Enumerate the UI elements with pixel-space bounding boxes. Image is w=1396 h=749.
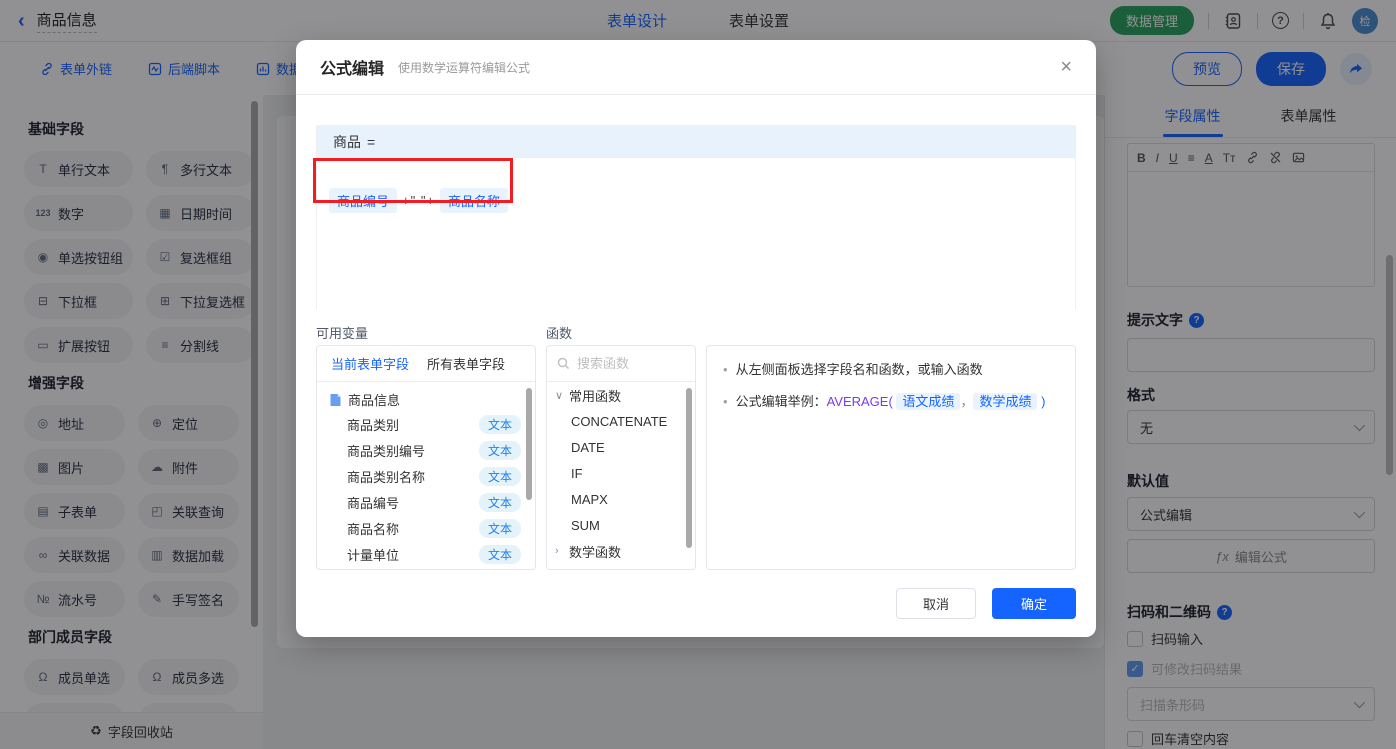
example-field-chip: 语文成绩	[896, 392, 961, 410]
search-icon	[557, 357, 569, 369]
type-badge: 文本	[478, 414, 521, 434]
function-item[interactable]: CONCATENATE	[547, 408, 695, 434]
variable-name: 商品类别名称	[347, 469, 426, 485]
variable-item[interactable]: 计量单位 文本	[317, 541, 535, 567]
function-group-common[interactable]: ∨ 常用函数	[547, 382, 695, 408]
variable-item[interactable]: 商品编号 文本	[317, 489, 535, 515]
type-badge: 文本	[478, 492, 521, 512]
formula-field-chip[interactable]: 商品编号	[329, 188, 398, 213]
example-prefix: 公式编辑举例：	[735, 393, 827, 409]
tip-line-example: • 公式编辑举例：AVERAGE( 语文成绩，数学成绩 )	[723, 392, 1059, 412]
formula-input-area[interactable]: 商品编号 +" "+ 商品名称	[317, 158, 1075, 310]
cancel-button[interactable]: 取消	[896, 588, 976, 619]
bullet-icon: •	[723, 362, 728, 377]
modal-footer: 取消 确定	[896, 588, 1076, 619]
variable-item[interactable]: 商品类别 文本	[317, 411, 535, 437]
variables-label: 可用变量	[316, 326, 369, 341]
formula-editor: 商品 = 商品编号 +" "+ 商品名称	[316, 125, 1076, 310]
function-name: MAPX	[571, 491, 608, 507]
tip-text: 从左侧面板选择字段名和函数，或输入函数	[735, 362, 983, 377]
example-comma: ，	[960, 393, 974, 409]
function-group-math[interactable]: › 数学函数	[547, 538, 695, 564]
formula-target-field: 商品	[333, 134, 361, 150]
variables-tabs: 当前表单字段 所有表单字段	[317, 346, 535, 382]
functions-panel: ∨ 常用函数 CONCATENATE DATE IF MAPX SUM › 数学函数…	[546, 345, 696, 570]
function-name: IF	[571, 465, 583, 481]
variables-tree-root[interactable]: 商品信息	[317, 382, 535, 411]
example-field-chip: 数学成绩	[973, 392, 1038, 410]
document-icon	[330, 393, 341, 406]
group-label: 数学函数	[569, 544, 622, 560]
close-icon[interactable]: ×	[1060, 57, 1072, 77]
variable-name: 计量单位	[347, 547, 400, 563]
function-name: DATE	[571, 439, 605, 455]
tips-panel: • 从左侧面板选择字段名和函数，或输入函数 • 公式编辑举例：AVERAGE( …	[706, 345, 1076, 570]
tip-line: • 从左侧面板选择字段名和函数，或输入函数	[723, 360, 1059, 380]
formula-operator[interactable]: +" "+	[402, 193, 435, 208]
function-item[interactable]: SUM	[547, 512, 695, 538]
formula-edit-modal: 公式编辑 使用数学运算符编辑公式 × 商品 = 商品编号 +" "+ 商品名称 …	[296, 40, 1096, 637]
group-label: 常用函数	[569, 388, 622, 404]
confirm-button[interactable]: 确定	[992, 588, 1076, 619]
type-badge: 文本	[478, 440, 521, 460]
formula-equals: =	[367, 134, 376, 150]
variables-scrollbar[interactable]	[526, 388, 532, 500]
chevron-expanded-icon: ∨	[555, 389, 564, 402]
function-name: SUM	[571, 517, 600, 533]
tab-all-form-fields[interactable]: 所有表单字段	[427, 354, 505, 373]
variable-item[interactable]: 商品类别编号 文本	[317, 437, 535, 463]
chevron-collapsed-icon: ›	[555, 545, 559, 557]
modal-title: 公式编辑	[320, 61, 385, 78]
formula-field-chip[interactable]: 商品名称	[440, 188, 509, 213]
formula-expression: 商品编号 +" "+ 商品名称	[329, 188, 509, 213]
variable-name: 商品名称	[347, 521, 400, 537]
type-badge: 文本	[478, 518, 521, 538]
function-group-text[interactable]: ›文本函数	[547, 564, 695, 570]
variable-name: 商品编号	[347, 495, 400, 511]
function-search-input[interactable]	[577, 356, 677, 371]
function-name: CONCATENATE	[571, 413, 668, 429]
group-label: 文本函数	[569, 568, 621, 570]
type-badge: 文本	[478, 466, 521, 486]
function-item[interactable]: DATE	[547, 434, 695, 460]
variable-item[interactable]: 商品名称 文本	[317, 515, 535, 541]
variables-panel: 当前表单字段 所有表单字段 商品信息 商品类别 文本 商品类别编号 文本 商品类别名…	[316, 345, 536, 570]
app-screen: ‹ 商品信息 表单设计 表单设置 数据管理 ? 检 表单外链 后端脚本 预览 保…	[0, 0, 1396, 749]
functions-label: 函数	[546, 326, 573, 341]
variable-item[interactable]: 商品类别名称 文本	[317, 463, 535, 489]
type-badge: 文本	[478, 544, 521, 564]
example-close-paren: )	[1041, 393, 1046, 409]
tip-example: 公式编辑举例：AVERAGE( 语文成绩，数学成绩 )	[735, 392, 1046, 412]
variable-name: 商品类别	[347, 417, 400, 433]
formula-target-bar: 商品 =	[317, 126, 1075, 158]
tree-root-label: 商品信息	[348, 393, 401, 408]
function-item[interactable]: MAPX	[547, 486, 695, 512]
functions-scrollbar[interactable]	[686, 388, 692, 548]
tab-current-form-fields[interactable]: 当前表单字段	[331, 354, 409, 373]
modal-header: 公式编辑 使用数学运算符编辑公式 ×	[296, 40, 1096, 95]
function-search	[547, 346, 695, 382]
example-function: AVERAGE(	[826, 393, 893, 409]
bullet-icon: •	[723, 393, 728, 409]
variable-name: 商品类别编号	[347, 443, 426, 459]
modal-subtitle: 使用数学运算符编辑公式	[398, 60, 531, 75]
function-item[interactable]: IF	[547, 460, 695, 486]
